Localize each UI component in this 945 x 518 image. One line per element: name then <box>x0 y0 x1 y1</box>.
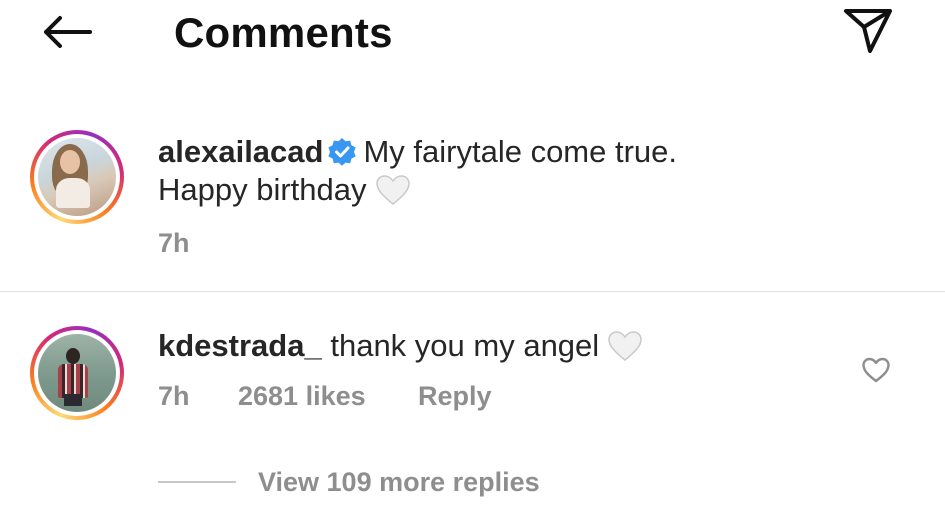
caption-username[interactable]: alexailacad <box>158 134 323 169</box>
caption-meta: 7h <box>158 228 190 259</box>
view-more-replies[interactable]: View 109 more replies <box>158 462 540 502</box>
share-button[interactable] <box>838 2 898 58</box>
page-title: Comments <box>174 9 393 56</box>
avatar-photo <box>38 334 116 412</box>
comment-username[interactable]: kdestrada_ <box>158 328 322 363</box>
heart-outline-icon <box>862 357 890 383</box>
comment-text: kdestrada_ thank you my angel <box>158 327 643 365</box>
replies-divider-line <box>158 481 236 483</box>
white-heart-icon <box>375 175 410 205</box>
paper-plane-icon <box>844 9 892 53</box>
comment-time: 7h <box>158 381 190 411</box>
verified-badge-icon <box>328 138 357 166</box>
view-replies-label: View 109 more replies <box>258 466 540 497</box>
comment-meta: 7h 2681 likes Reply <box>158 381 492 412</box>
divider <box>0 291 945 292</box>
header-bar: Comments <box>0 0 945 64</box>
comment-likes[interactable]: 2681 likes <box>238 381 418 412</box>
caption-text: alexailacad My fairytale come true. Happ… <box>158 133 677 209</box>
comment-body: thank you my angel <box>330 328 600 363</box>
caption-line2: Happy birthday <box>158 172 367 207</box>
like-button[interactable] <box>856 350 896 390</box>
avatar-alexailacad[interactable] <box>30 130 124 224</box>
caption-time: 7h <box>158 228 190 258</box>
avatar-photo <box>38 138 116 216</box>
reply-button[interactable]: Reply <box>418 381 492 412</box>
caption-line1: My fairytale come true. <box>363 134 678 169</box>
arrow-left-icon <box>44 16 92 48</box>
back-button[interactable] <box>34 8 98 56</box>
avatar-kdestrada[interactable] <box>30 326 124 420</box>
white-heart-icon <box>608 331 642 361</box>
